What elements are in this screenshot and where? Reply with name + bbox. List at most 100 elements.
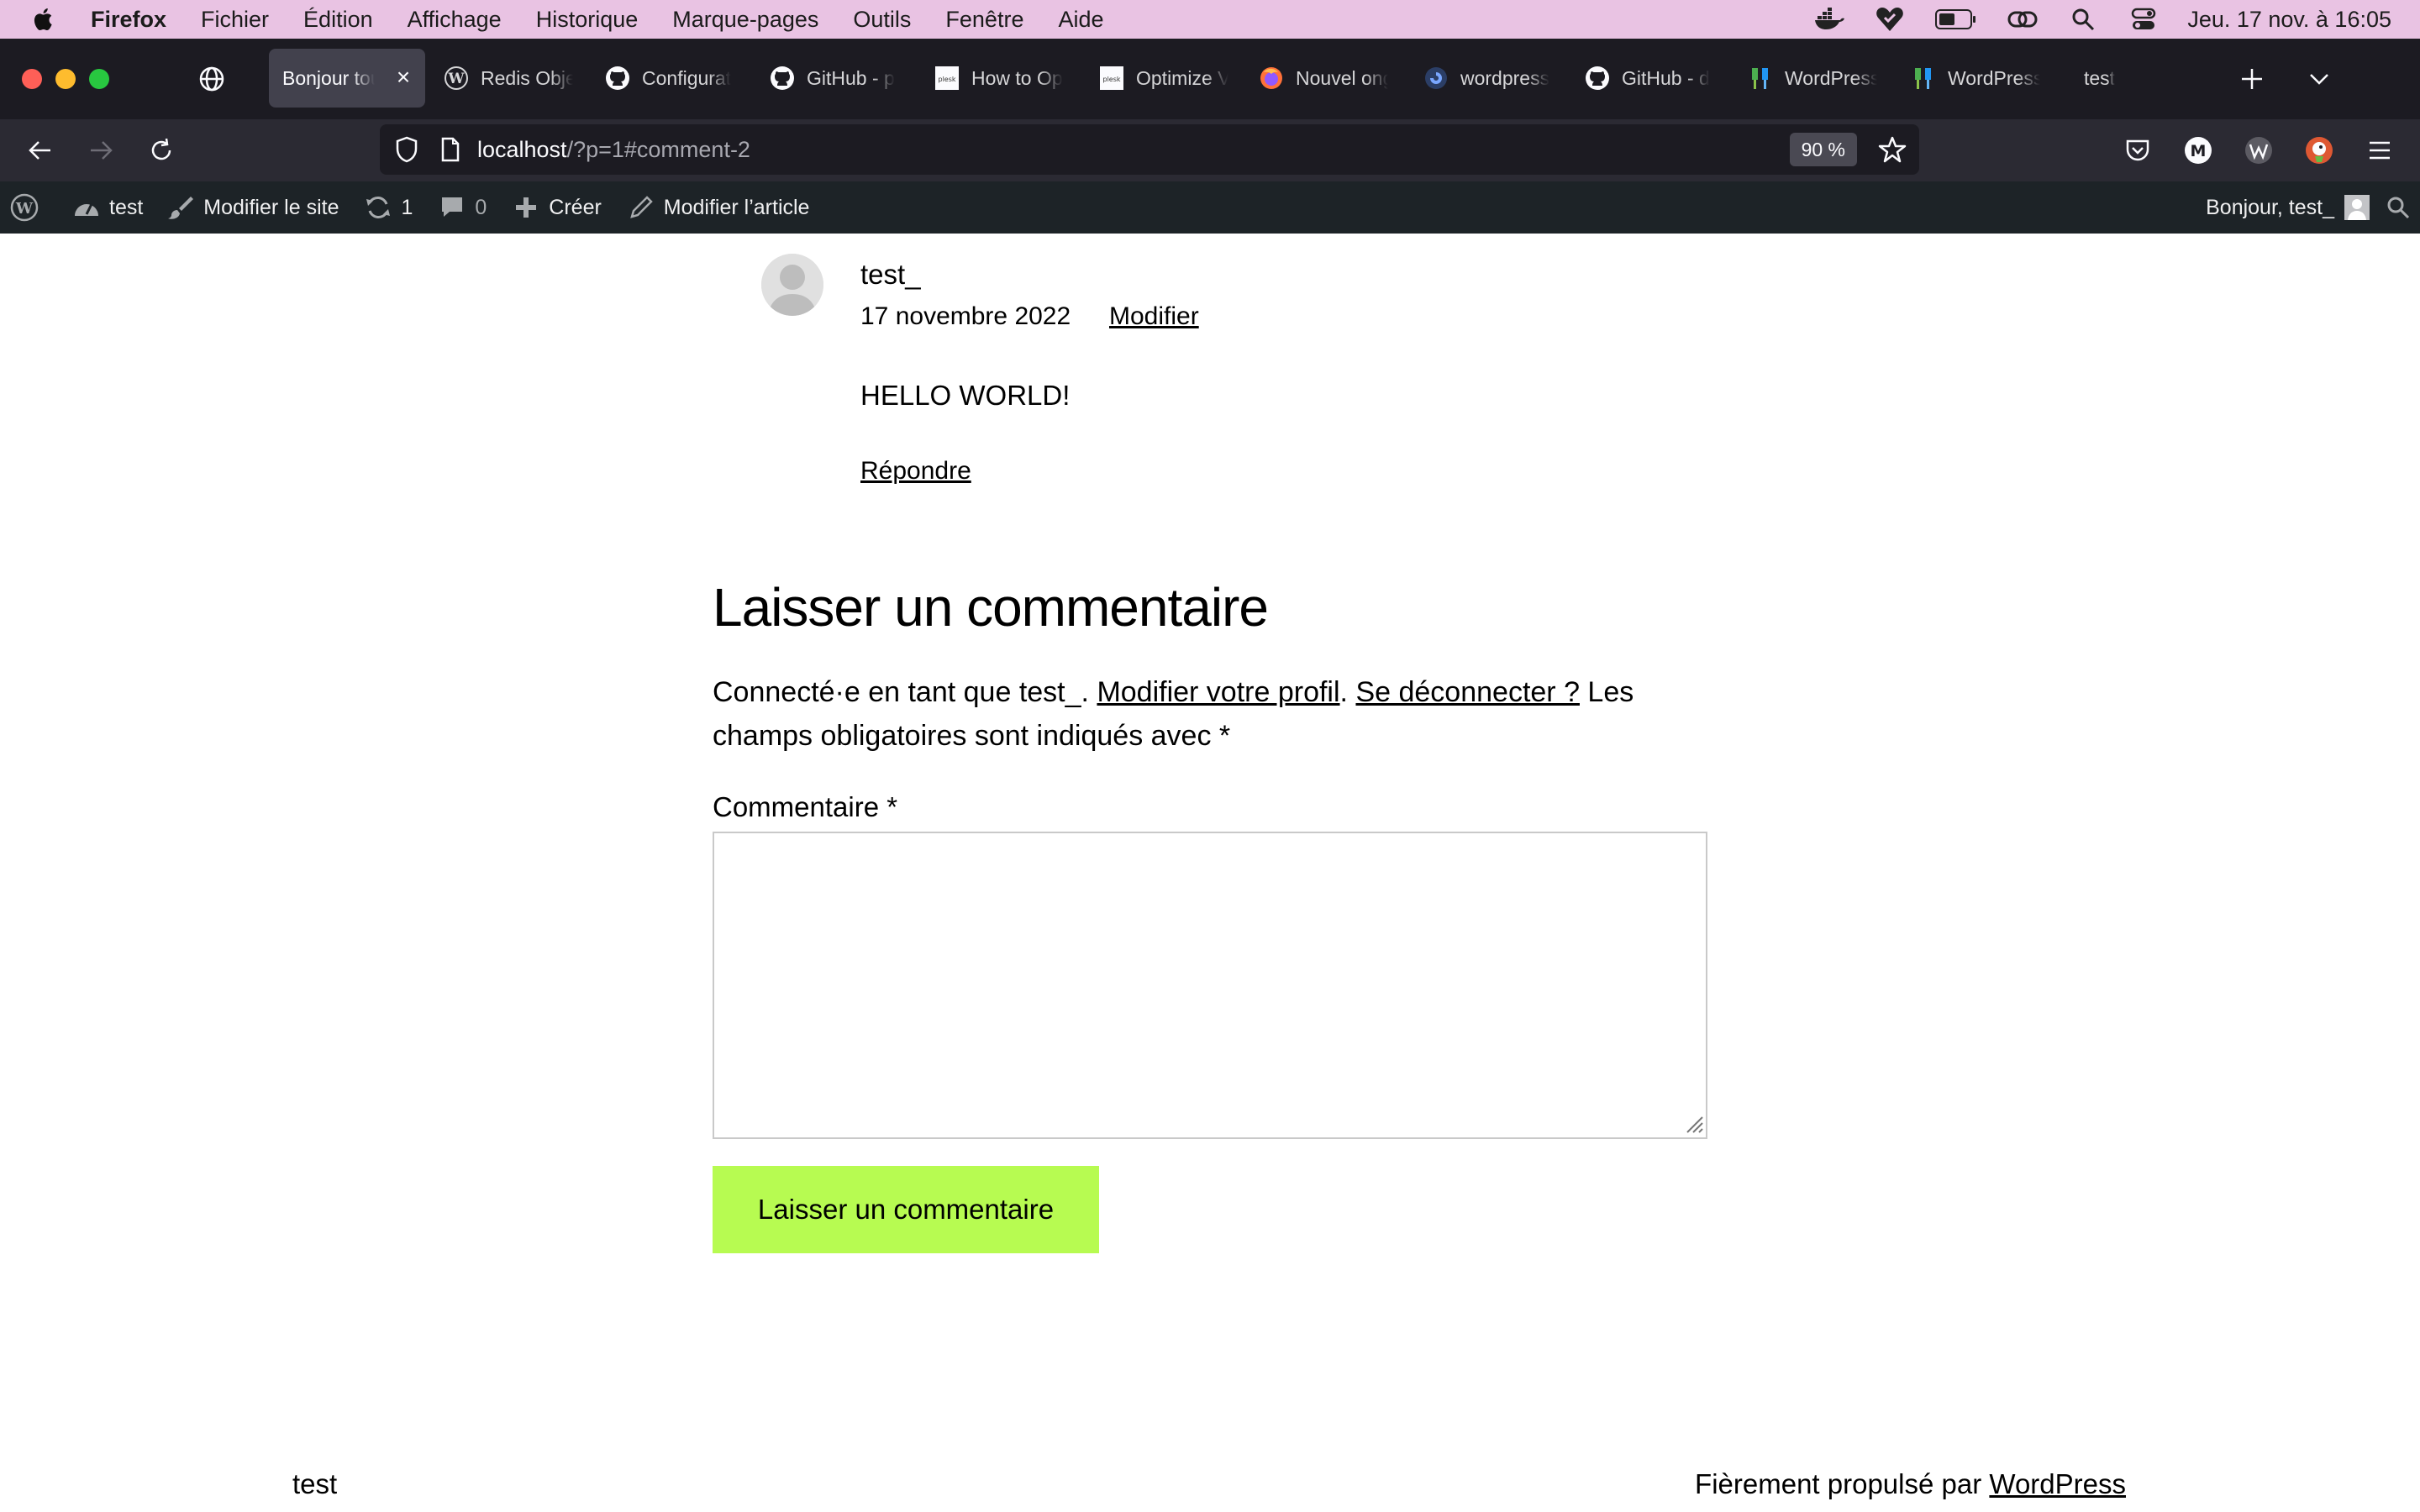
back-arrow-icon[interactable] [24, 134, 57, 167]
edit-profile-link[interactable]: Modifier votre profil [1097, 676, 1339, 708]
hamburger-menu-icon[interactable] [2363, 134, 2396, 167]
svg-text:plesk: plesk [938, 76, 955, 83]
url-text[interactable]: localhost/?p=1#comment-2 [477, 137, 750, 163]
menu-marque-pages[interactable]: Marque-pages [672, 7, 818, 33]
footer-site-title[interactable]: test [292, 1468, 337, 1500]
comment-reply-link[interactable]: Répondre [860, 457, 971, 486]
page-info-icon[interactable] [439, 136, 462, 163]
tab-label: GitHub - p [807, 66, 895, 89]
tab-github-d[interactable]: GitHub - d [1570, 49, 1733, 108]
docker-icon[interactable] [1814, 7, 1845, 32]
zoom-level-badge[interactable]: 90 % [1789, 133, 1857, 166]
comment-bubble-icon [438, 193, 466, 222]
dashboard-gauge-icon [72, 193, 101, 222]
tab-test[interactable]: test [2057, 49, 2158, 108]
new-content-label: Créer [549, 195, 602, 219]
tab-label: Configurat [642, 66, 732, 89]
control-center-icon[interactable] [2128, 7, 2159, 32]
tab-wordpress-do[interactable]: wordpress [1408, 49, 1571, 108]
tab-configuration[interactable]: Configurat [590, 49, 753, 108]
reload-icon[interactable] [145, 134, 178, 167]
comment-textarea[interactable] [713, 832, 1707, 1139]
link-icon[interactable] [2007, 7, 2038, 32]
url-path: /?p=1#comment-2 [566, 136, 750, 162]
new-content-menu[interactable]: Créer [512, 181, 602, 234]
tab-label: Bonjour tout [282, 66, 375, 89]
comments-link[interactable]: 0 [438, 181, 487, 234]
logged-in-separator: . [1339, 676, 1356, 708]
wp-logo-menu[interactable]: W [10, 181, 39, 234]
github-icon [770, 66, 795, 91]
comments-count: 0 [475, 195, 487, 219]
tab-nouvel-onglet[interactable]: Nouvel ong [1244, 49, 1407, 108]
tab-github-p[interactable]: GitHub - p [755, 49, 918, 108]
tab-optimize-v[interactable]: plesk Optimize V [1084, 49, 1247, 108]
menu-outils[interactable]: Outils [853, 7, 911, 33]
tab-wordpress-plugin-2[interactable]: WordPress [1896, 49, 2060, 108]
tab-wordpress-plugin-1[interactable]: WordPress [1733, 49, 1897, 108]
greeting-label: Bonjour, test_ [2206, 195, 2334, 219]
tab-close-icon[interactable]: × [393, 66, 413, 89]
tab-label: Redis Obje [481, 66, 573, 89]
tab-redis-object[interactable]: W Redis Obje [429, 49, 588, 108]
bookmark-star-icon[interactable] [1877, 134, 1907, 165]
extension-m-letter: M [2191, 142, 2207, 160]
wordpress-logo-icon: W [10, 193, 39, 222]
menu-aide[interactable]: Aide [1058, 7, 1103, 33]
extension-m-icon[interactable]: M [2181, 134, 2215, 167]
tab-label: test [2084, 66, 2116, 89]
logout-link[interactable]: Se déconnecter ? [1355, 676, 1580, 708]
submit-comment-button[interactable]: Laisser un commentaire [713, 1166, 1099, 1253]
tab-label: Optimize V [1136, 66, 1228, 89]
footer-credit-prefix: Fièrement propulsé par [1695, 1468, 1990, 1499]
svg-text:W: W [15, 200, 34, 218]
new-tab-plus-icon[interactable] [2238, 66, 2265, 92]
svg-text:plesk: plesk [1102, 76, 1120, 83]
tab-label: WordPress [1785, 66, 1877, 89]
edit-post-link[interactable]: Modifier l’article [627, 181, 809, 234]
macos-menu-bar: Firefox Fichier Édition Affichage Histor… [0, 0, 2420, 39]
my-account-menu[interactable]: Bonjour, test_ [2206, 181, 2370, 234]
textarea-resize-grip-icon[interactable] [1684, 1114, 1704, 1134]
pocket-icon[interactable] [2121, 134, 2154, 167]
digitalocean-icon [1423, 66, 1449, 91]
wp-plugin-icon [1748, 66, 1773, 91]
menu-affichage[interactable]: Affichage [408, 7, 502, 33]
comment-field-label: Commentaire * [713, 791, 897, 823]
menu-app-firefox[interactable]: Firefox [91, 7, 166, 33]
avatar [2344, 195, 2370, 220]
extension-w-icon[interactable] [2242, 134, 2275, 167]
menu-edition[interactable]: Édition [303, 7, 373, 33]
list-all-tabs-chevron-icon[interactable] [2306, 66, 2333, 92]
vpn-heart-icon[interactable] [1875, 7, 1905, 32]
menu-fenetre[interactable]: Fenêtre [945, 7, 1023, 33]
footer-credit: Fièrement propulsé par WordPress [1695, 1468, 2126, 1500]
comment-edit-link[interactable]: Modifier [1109, 302, 1199, 331]
tracking-protection-shield-icon[interactable] [393, 136, 420, 163]
pencil-icon [627, 193, 655, 222]
browser-nav-bar: localhost/?p=1#comment-2 90 % M [0, 119, 2420, 181]
spotlight-search-icon[interactable] [2068, 7, 2098, 32]
customize-site-label: Modifier le site [203, 195, 339, 219]
duckduckgo-extension-icon[interactable] [2302, 134, 2336, 167]
tab-bonjour-tout[interactable]: Bonjour tout × [269, 49, 425, 108]
url-bar[interactable]: localhost/?p=1#comment-2 90 % [380, 124, 1919, 175]
comment-date[interactable]: 17 novembre 2022 [860, 302, 1071, 331]
menu-historique[interactable]: Historique [536, 7, 639, 33]
footer-wordpress-link[interactable]: WordPress [1989, 1468, 2126, 1499]
menu-fichier[interactable]: Fichier [201, 7, 269, 33]
battery-icon[interactable] [1935, 7, 1977, 32]
apple-logo-icon[interactable] [32, 7, 57, 32]
forward-arrow-icon[interactable] [84, 134, 118, 167]
site-name-menu[interactable]: test [72, 181, 143, 234]
admin-search-icon[interactable] [2386, 181, 2410, 234]
tab-how-to-optimize[interactable]: plesk How to Op [919, 49, 1082, 108]
required-asterisk: * [1218, 720, 1231, 752]
logged-in-notice: Connecté·e en tant que test_. Modifier v… [713, 670, 1721, 758]
plesk-icon: plesk [1099, 66, 1124, 91]
wp-admin-bar: W test Modifier le site 1 0 Créer Modifi… [0, 181, 2420, 234]
customize-site-link[interactable]: Modifier le site [166, 181, 339, 234]
updates-link[interactable]: 1 [364, 181, 413, 234]
menubar-clock[interactable]: Jeu. 17 nov. à 16:05 [2187, 7, 2391, 33]
comment-author-name: test_ [860, 259, 921, 290]
